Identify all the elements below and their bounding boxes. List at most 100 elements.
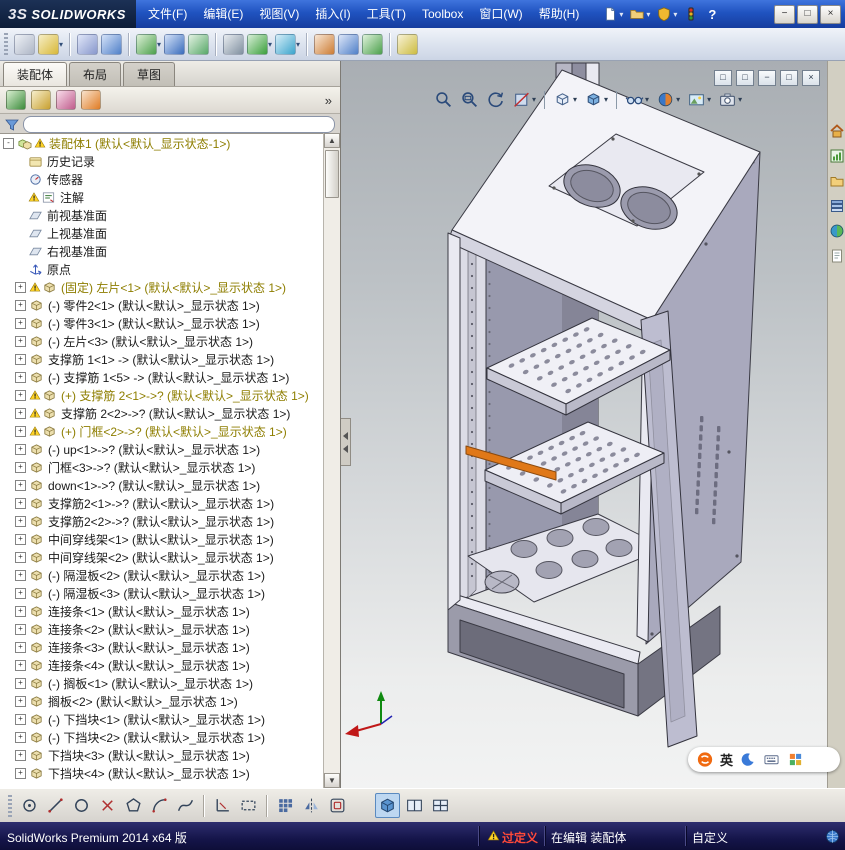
- menu-item[interactable]: 帮助(H): [531, 0, 588, 28]
- expander-icon[interactable]: +: [15, 677, 26, 689]
- tree-item[interactable]: + 连接条<4> (默认<默认>_显示状态 1>): [0, 656, 325, 674]
- expander-icon[interactable]: +: [15, 443, 26, 455]
- featuremanager-design-tree-icon[interactable]: [6, 90, 26, 110]
- linear-component-pattern-button[interactable]: [101, 33, 123, 55]
- tree-item[interactable]: 右视基准面: [0, 242, 325, 260]
- tab-草图[interactable]: 草图: [123, 62, 176, 86]
- expander-icon[interactable]: +: [15, 551, 26, 563]
- zoom-to-fit-button[interactable]: [433, 89, 454, 110]
- single-viewport-button[interactable]: [375, 793, 400, 818]
- tree-item[interactable]: 前视基准面: [0, 206, 325, 224]
- previous-window-icon[interactable]: □: [714, 70, 732, 86]
- custom-status[interactable]: 自定义: [692, 829, 728, 846]
- menu-item[interactable]: 编辑(E): [195, 0, 251, 28]
- tree-item[interactable]: + 支撑筋 2<2>->? (默认<默认>_显示状态 1>): [0, 404, 325, 422]
- tree-item[interactable]: + (-) 左片<3> (默认<默认>_显示状态 1>): [0, 332, 325, 350]
- tree-item[interactable]: + (-) 下挡块<2> (默认<默认>_显示状态 1>): [0, 728, 325, 746]
- expander-icon[interactable]: +: [15, 461, 26, 473]
- expander-icon[interactable]: +: [15, 731, 26, 743]
- edit-component-button[interactable]: [14, 33, 35, 55]
- tree-item[interactable]: + 支撑筋2<1>->? (默认<默认>_显示状态 1>): [0, 494, 325, 512]
- rx-diagnostics-icon[interactable]: [682, 5, 700, 23]
- construction-geometry-button[interactable]: [237, 794, 260, 817]
- tree-item[interactable]: + (-) 支撑筋 1<5> -> (默认<默认>_显示状态 1>): [0, 368, 325, 386]
- menu-item[interactable]: 视图(V): [251, 0, 307, 28]
- edit-appearance-button[interactable]: ▾: [655, 89, 681, 110]
- tree-item[interactable]: 上视基准面: [0, 224, 325, 242]
- mirror-entities-button[interactable]: [300, 794, 323, 817]
- move-component-button[interactable]: [188, 33, 210, 55]
- line-button[interactable]: [44, 794, 67, 817]
- tree-item[interactable]: 传感器: [0, 170, 325, 188]
- view-settings-button[interactable]: ▾: [717, 89, 743, 110]
- configurationmanager-icon[interactable]: [56, 90, 76, 110]
- expander-icon[interactable]: +: [15, 317, 26, 329]
- expander-icon[interactable]: +: [15, 587, 26, 599]
- tree-item[interactable]: 注解: [0, 188, 325, 206]
- tree-item[interactable]: + 支撑筋2<2>->? (默认<默认>_显示状态 1>): [0, 512, 325, 530]
- expander-icon[interactable]: +: [15, 281, 26, 293]
- next-window-icon[interactable]: □: [736, 70, 754, 86]
- menu-item[interactable]: 窗口(W): [471, 0, 530, 28]
- toolbar-grip[interactable]: [8, 794, 12, 817]
- panel-splitter[interactable]: [341, 418, 351, 466]
- expander-icon[interactable]: -: [3, 137, 14, 149]
- external-references-button[interactable]: ▾: [38, 33, 63, 55]
- tree-item[interactable]: + (-) 隔湿板<3> (默认<默认>_显示状态 1>): [0, 584, 325, 602]
- tree-item[interactable]: + 门框<3>->? (默认<默认>_显示状态 1>): [0, 458, 325, 476]
- expander-icon[interactable]: +: [15, 407, 26, 419]
- new-document-icon[interactable]: ▾: [601, 5, 624, 23]
- tab-装配体[interactable]: 装配体: [3, 62, 68, 86]
- menu-item[interactable]: Toolbox: [414, 0, 471, 28]
- help-button[interactable]: ?: [708, 7, 716, 22]
- tree-item[interactable]: + (-) 隔湿板<2> (默认<默认>_显示状态 1>): [0, 566, 325, 584]
- tree-item[interactable]: + (-) 零件2<1> (默认<默认>_显示状态 1>): [0, 296, 325, 314]
- menu-item[interactable]: 插入(I): [307, 0, 358, 28]
- tree-item[interactable]: + (-) 下挡块<1> (默认<默认>_显示状态 1>): [0, 710, 325, 728]
- menu-item[interactable]: 工具(T): [359, 0, 414, 28]
- expander-icon[interactable]: +: [15, 389, 26, 401]
- expander-icon[interactable]: +: [15, 713, 26, 725]
- two-viewport-button[interactable]: [403, 794, 426, 817]
- graphics-viewport[interactable]: ▾ ▾ ▾ ▾ ▾ ▾ ▾ □ □ − □ ×: [341, 61, 827, 788]
- displaymanager-icon[interactable]: [81, 90, 101, 110]
- expander-icon[interactable]: +: [15, 641, 26, 653]
- expander-icon[interactable]: +: [15, 497, 26, 509]
- filter-funnel-icon[interactable]: [5, 118, 19, 132]
- custom-properties-icon[interactable]: [829, 248, 845, 264]
- tree-item[interactable]: + down<1>->? (默认<默认>_显示状态 1>): [0, 476, 325, 494]
- tree-item[interactable]: + 连接条<3> (默认<默认>_显示状态 1>): [0, 638, 325, 656]
- scrollbar-thumb[interactable]: [325, 150, 339, 198]
- reference-geometry-button[interactable]: ▾: [275, 33, 300, 55]
- spline-button[interactable]: [174, 794, 197, 817]
- tree-item[interactable]: + (-) up<1>->? (默认<默认>_显示状态 1>): [0, 440, 325, 458]
- expander-icon[interactable]: +: [15, 659, 26, 671]
- tree-item[interactable]: + (固定) 左片<1> (默认<默认>_显示状态 1>): [0, 278, 325, 296]
- expander-icon[interactable]: +: [15, 605, 26, 617]
- linear-pattern-button[interactable]: [274, 794, 297, 817]
- tree-item[interactable]: + 搁板<2> (默认<默认>_显示状态 1>): [0, 692, 325, 710]
- minimize-window-icon[interactable]: −: [758, 70, 776, 86]
- tree-item[interactable]: 历史记录: [0, 152, 325, 170]
- expander-icon[interactable]: +: [15, 371, 26, 383]
- hide-show-items-button[interactable]: ▾: [624, 89, 650, 110]
- appearances-icon[interactable]: [829, 223, 845, 239]
- insert-components-button[interactable]: ▾: [136, 33, 161, 55]
- scroll-down-icon[interactable]: ▼: [324, 773, 340, 788]
- section-view-button[interactable]: ▾: [511, 89, 537, 110]
- ime-language-indicator[interactable]: 英: [720, 750, 733, 769]
- new-motion-study-button[interactable]: [314, 33, 336, 55]
- view-orientation-button[interactable]: ▾: [552, 89, 578, 110]
- zoom-to-area-button[interactable]: [459, 89, 480, 110]
- tree-filter-input[interactable]: [23, 116, 335, 133]
- design-library-icon[interactable]: [829, 148, 845, 164]
- expander-icon[interactable]: +: [15, 623, 26, 635]
- bill-of-materials-button[interactable]: [338, 33, 360, 55]
- expander-icon[interactable]: +: [15, 533, 26, 545]
- menu-item[interactable]: 文件(F): [140, 0, 195, 28]
- offset-entities-button[interactable]: [326, 794, 349, 817]
- circle-button[interactable]: [70, 794, 93, 817]
- sketch-point-button[interactable]: [18, 794, 41, 817]
- tree-item[interactable]: + (-) 零件3<1> (默认<默认>_显示状态 1>): [0, 314, 325, 332]
- restore-window-icon[interactable]: □: [780, 70, 798, 86]
